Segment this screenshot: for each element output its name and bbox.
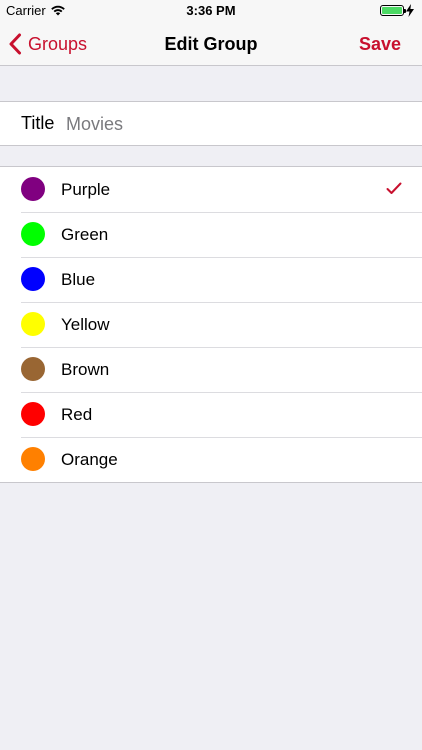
color-option-label: Yellow: [61, 315, 110, 334]
title-input[interactable]: [66, 109, 396, 139]
color-option-label: Purple: [61, 180, 111, 199]
color-option-blue[interactable]: Blue: [0, 257, 422, 302]
color-swatch: [21, 447, 45, 471]
color-list: Purple Green Blue Yellow Brown Red Orange: [0, 166, 422, 483]
color-swatch: [21, 177, 45, 201]
color-swatch: [21, 312, 45, 336]
color-option-label: Brown: [61, 360, 110, 379]
color-option-label: Green: [61, 225, 109, 244]
battery-level-fill: [382, 7, 402, 14]
color-option-red[interactable]: Red: [0, 392, 422, 437]
color-swatch: [21, 357, 45, 381]
back-button[interactable]: Groups: [8, 22, 87, 66]
chevron-left-icon: [9, 33, 21, 55]
charging-bolt-icon: [406, 4, 414, 17]
color-swatch: [21, 402, 45, 426]
color-option-label: Blue: [61, 270, 96, 289]
checkmark-icon: [386, 182, 402, 194]
navigation-bar: Groups Edit Group Save: [0, 22, 422, 66]
save-button[interactable]: Save: [359, 22, 401, 66]
title-field-row: Title: [0, 101, 422, 146]
title-label: Title: [21, 113, 55, 133]
color-option-green[interactable]: Green: [0, 212, 422, 257]
status-time: 3:36 PM: [186, 3, 236, 18]
color-option-purple[interactable]: Purple: [0, 167, 422, 212]
color-option-label: Red: [61, 405, 93, 424]
battery-icon: [380, 5, 406, 16]
color-option-label: Orange: [61, 450, 118, 469]
color-swatch: [21, 267, 45, 291]
status-bar: Carrier 3:36 PM: [0, 0, 422, 22]
color-option-yellow[interactable]: Yellow: [0, 302, 422, 347]
color-option-brown[interactable]: Brown: [0, 347, 422, 392]
color-swatch: [21, 222, 45, 246]
color-option-orange[interactable]: Orange: [0, 437, 422, 482]
back-button-label: Groups: [28, 33, 88, 54]
